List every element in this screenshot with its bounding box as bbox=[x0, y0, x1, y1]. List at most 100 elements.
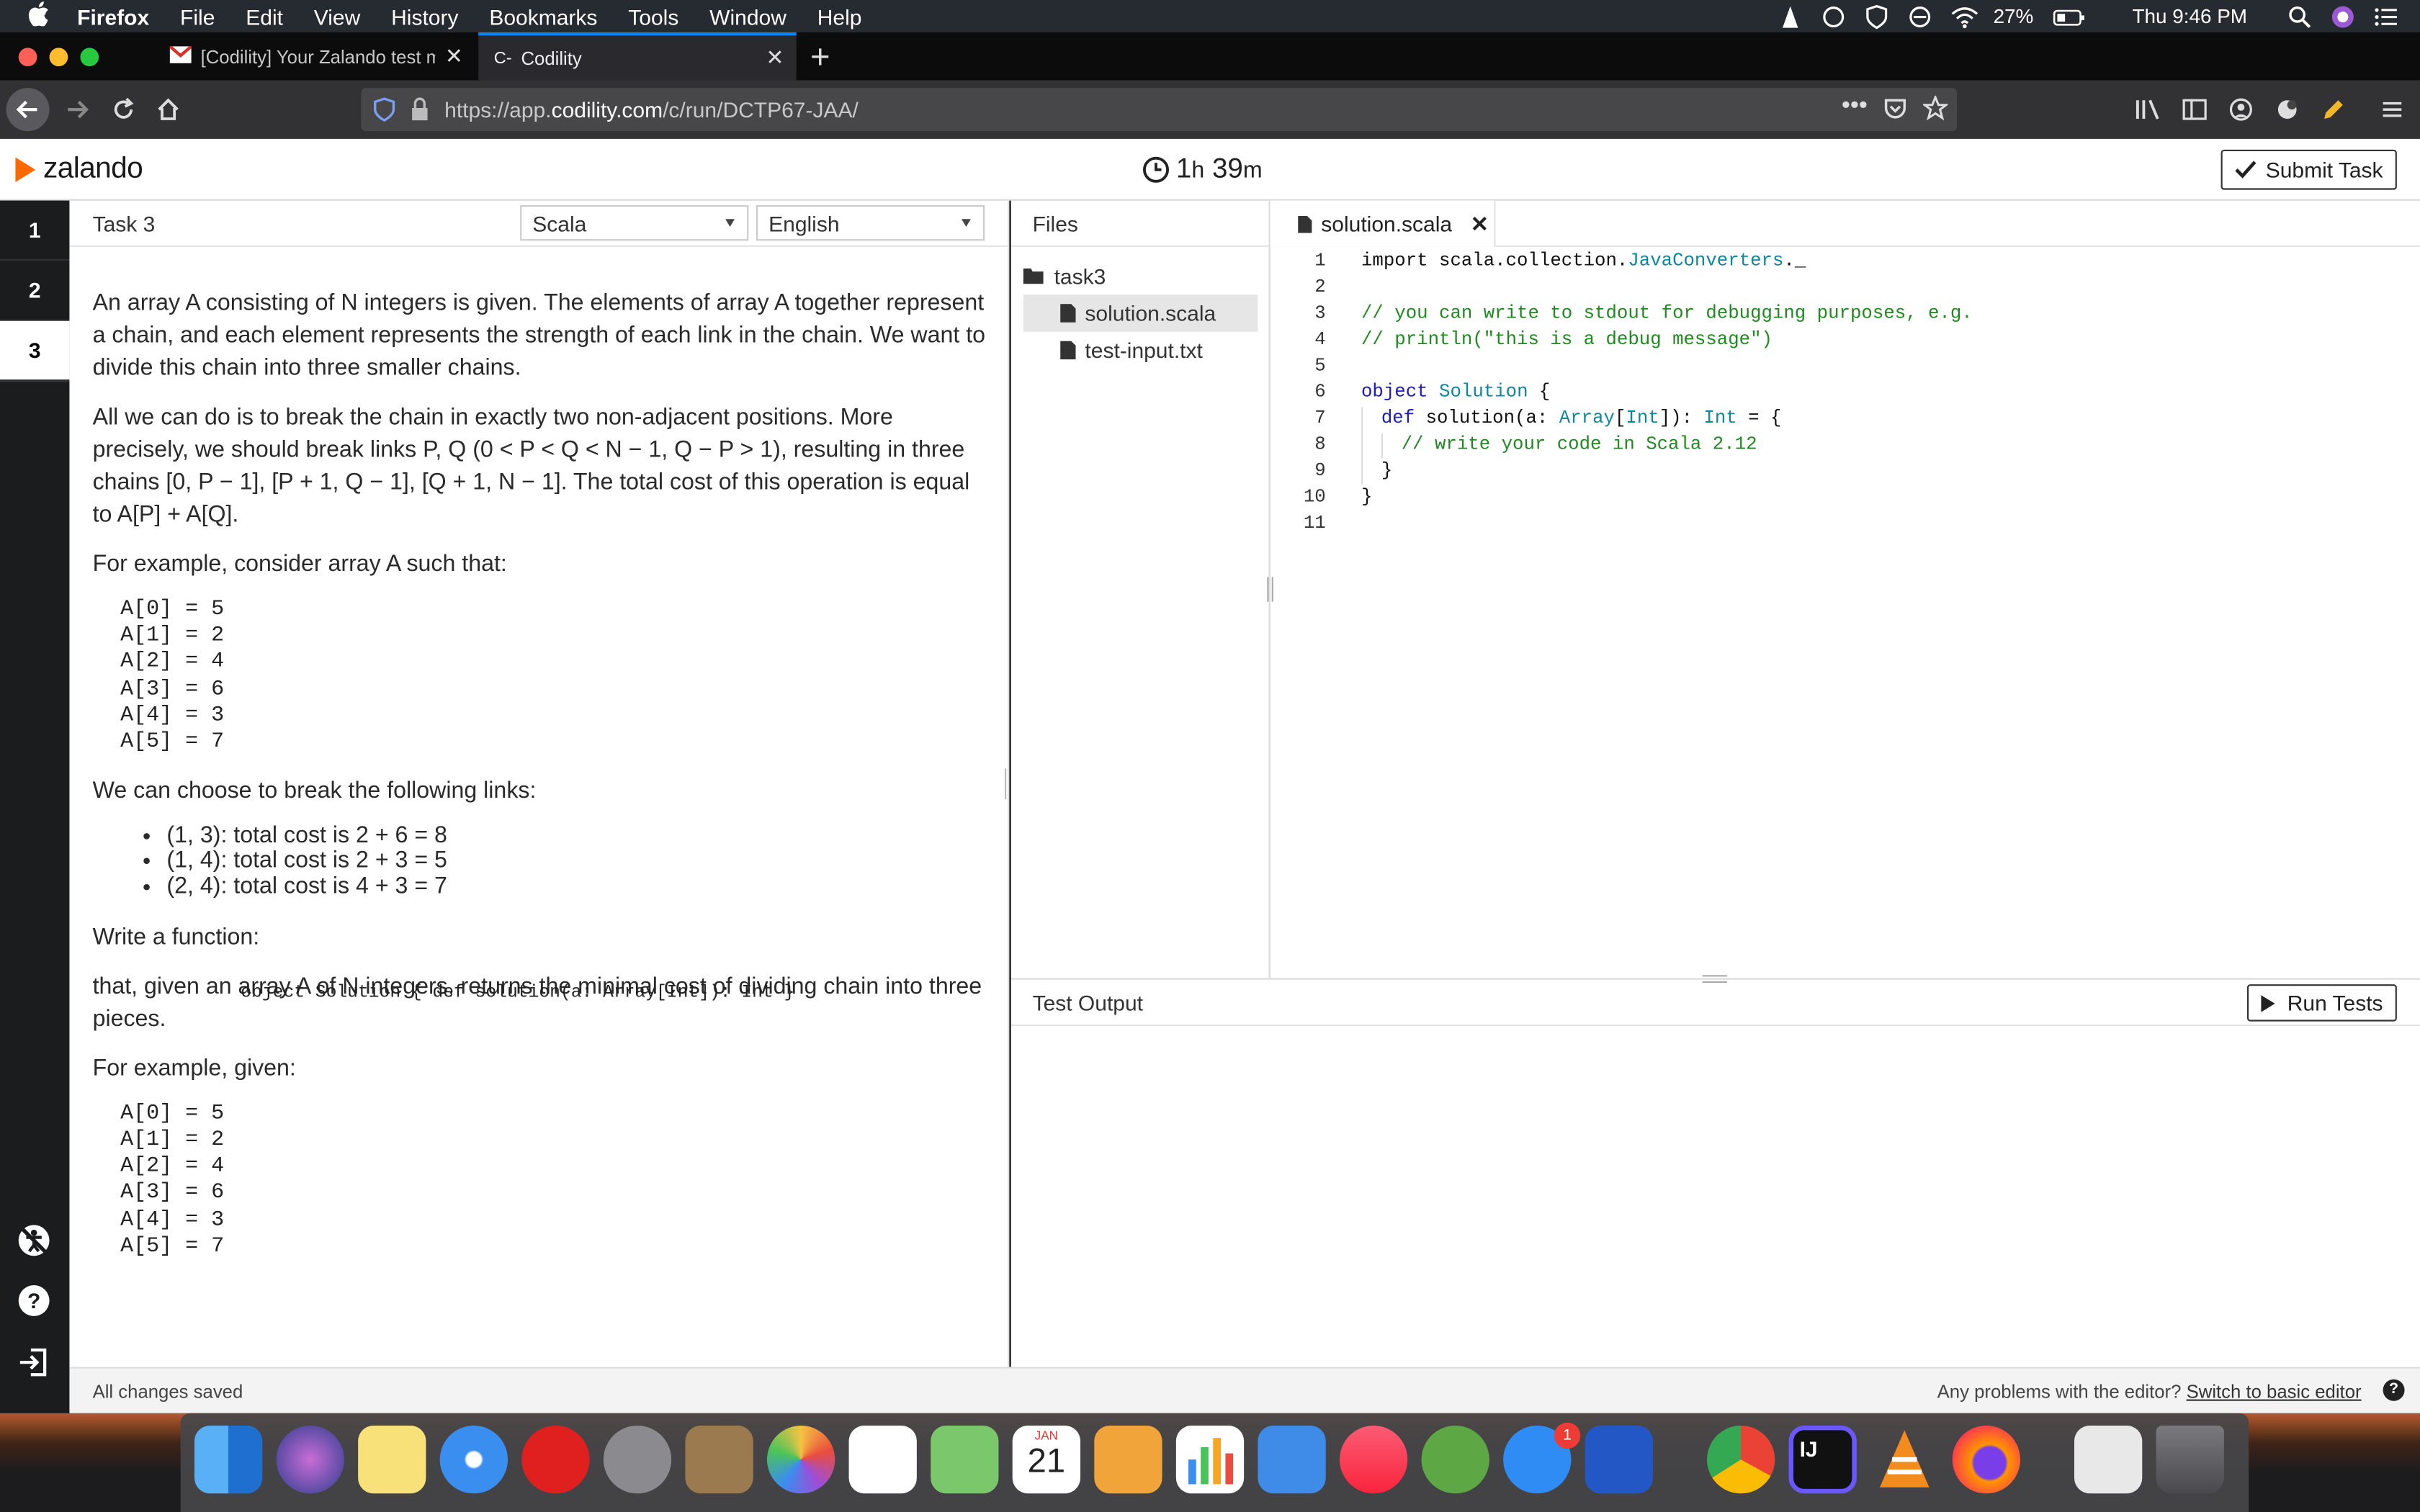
accessibility-icon[interactable] bbox=[17, 1223, 51, 1257]
zoom-window-button[interactable] bbox=[80, 48, 99, 67]
menu-help[interactable]: Help bbox=[817, 4, 862, 28]
paragraph: For example, given: bbox=[92, 1055, 296, 1081]
csv-document-icon[interactable] bbox=[2074, 1425, 2143, 1494]
switch-basic-editor-link[interactable]: Switch to basic editor bbox=[2187, 1381, 2362, 1403]
lock-icon[interactable] bbox=[411, 97, 429, 127]
code-editor[interactable]: solution.scala ✕ 1 2 3 4 5 6 7 8 9 10 11… bbox=[1267, 200, 2420, 978]
file-solution-scala[interactable]: solution.scala bbox=[1023, 294, 1258, 332]
photos-icon[interactable] bbox=[767, 1425, 835, 1494]
battery-icon[interactable] bbox=[2052, 4, 2084, 28]
reminders-icon[interactable] bbox=[848, 1425, 917, 1494]
language-select[interactable]: Scala bbox=[520, 205, 749, 241]
save-status: All changes saved bbox=[92, 1380, 243, 1403]
trash-icon[interactable] bbox=[2156, 1425, 2224, 1494]
vlc-status-icon[interactable] bbox=[1778, 4, 1802, 28]
code-token: Solution bbox=[1439, 381, 1528, 403]
numbers-icon[interactable] bbox=[1175, 1425, 1245, 1494]
close-icon[interactable]: ✕ bbox=[1471, 211, 1489, 237]
sync-icon[interactable] bbox=[1907, 4, 1932, 28]
account-icon[interactable] bbox=[2223, 91, 2259, 127]
close-tab-icon[interactable]: ✕ bbox=[445, 43, 463, 69]
pages-icon[interactable] bbox=[1094, 1425, 1162, 1494]
submit-task-button[interactable]: Submit Task bbox=[2220, 149, 2397, 190]
url-text[interactable]: https://app.codility.com/c/run/DCTP67-JA… bbox=[444, 97, 859, 122]
new-tab-icon[interactable]: + bbox=[810, 37, 830, 77]
logout-icon[interactable] bbox=[17, 1346, 51, 1380]
shield-icon[interactable] bbox=[1864, 4, 1888, 29]
wifi-icon[interactable] bbox=[1950, 4, 1978, 28]
menu-app-name[interactable]: Firefox bbox=[77, 4, 149, 28]
network-app-icon[interactable] bbox=[1421, 1425, 1489, 1494]
zalando-logo[interactable]: zalando bbox=[12, 153, 143, 186]
maps-icon[interactable] bbox=[931, 1425, 999, 1494]
reload-button[interactable] bbox=[105, 91, 142, 127]
help-icon[interactable]: ? bbox=[17, 1284, 51, 1318]
extension-icon[interactable] bbox=[2269, 91, 2305, 127]
keynote-icon[interactable] bbox=[1258, 1425, 1326, 1494]
safari-icon[interactable] bbox=[439, 1425, 508, 1494]
spotlight-search-icon[interactable] bbox=[2287, 4, 2312, 28]
line-number: 1 bbox=[1314, 250, 1326, 272]
vlc-icon[interactable] bbox=[1870, 1426, 1938, 1493]
minimize-window-button[interactable] bbox=[49, 48, 68, 67]
intellij-icon[interactable]: IJ bbox=[1788, 1425, 1857, 1494]
calendar-icon[interactable]: JAN 21 bbox=[1012, 1425, 1080, 1494]
pencil-extension-icon[interactable] bbox=[2315, 91, 2352, 127]
back-button[interactable] bbox=[6, 88, 50, 132]
menu-file[interactable]: File bbox=[180, 4, 215, 28]
firefox-icon[interactable] bbox=[1952, 1425, 2020, 1494]
hamburger-menu-icon[interactable] bbox=[2374, 91, 2411, 127]
tracking-protection-shield-icon[interactable] bbox=[373, 97, 395, 127]
apple-icon[interactable] bbox=[28, 1, 50, 31]
run-tests-button[interactable]: Run Tests bbox=[2247, 984, 2397, 1022]
task-nav-item-2[interactable]: 2 bbox=[0, 261, 70, 321]
task-nav-item-3[interactable]: 3 bbox=[0, 320, 70, 382]
bookmark-star-icon[interactable] bbox=[1921, 94, 1950, 125]
siri-icon[interactable] bbox=[276, 1425, 344, 1494]
finder-icon[interactable] bbox=[194, 1425, 263, 1494]
menu-edit[interactable]: Edit bbox=[246, 4, 283, 28]
battery-percent[interactable]: 27% bbox=[1994, 4, 2034, 27]
menubar-clock[interactable]: Thu 9:46 PM bbox=[2132, 4, 2247, 27]
remote-desktop-icon[interactable] bbox=[1585, 1425, 1653, 1494]
close-window-button[interactable] bbox=[18, 48, 37, 67]
notification-center-icon[interactable] bbox=[2374, 4, 2398, 28]
editor-tab-solution-scala[interactable]: solution.scala ✕ bbox=[1270, 200, 1496, 247]
opera-icon[interactable] bbox=[521, 1425, 590, 1494]
locale-select[interactable]: English bbox=[756, 205, 985, 241]
editor-resize-handle[interactable] bbox=[1267, 577, 1273, 602]
menu-history[interactable]: History bbox=[391, 4, 458, 28]
forward-button[interactable] bbox=[58, 91, 95, 127]
timer-hours-unit: h bbox=[1191, 157, 1205, 184]
folder-task3[interactable]: task3 bbox=[1023, 258, 1258, 294]
library-icon[interactable] bbox=[2130, 91, 2166, 127]
pocket-icon[interactable] bbox=[1883, 97, 1907, 127]
contacts-icon[interactable] bbox=[685, 1425, 753, 1494]
help-icon[interactable]: ? bbox=[2383, 1379, 2405, 1401]
url-bar[interactable]: https://app.codility.com/c/run/DCTP67-JA… bbox=[361, 88, 1958, 132]
launchpad-icon[interactable] bbox=[603, 1425, 672, 1494]
paragraph: Write a function: bbox=[92, 924, 260, 950]
music-icon[interactable] bbox=[1340, 1425, 1408, 1494]
page-actions-icon[interactable]: ••• bbox=[1842, 93, 1868, 121]
notes-icon[interactable] bbox=[358, 1425, 426, 1494]
editor-tabs: solution.scala ✕ bbox=[1270, 200, 2420, 247]
menu-window[interactable]: Window bbox=[709, 4, 786, 28]
list-item: (2, 4): total cost is 4 + 3 = 7 bbox=[166, 873, 987, 899]
task-title: Task 3 bbox=[92, 211, 156, 236]
menu-tools[interactable]: Tools bbox=[628, 4, 678, 28]
home-button[interactable] bbox=[150, 91, 187, 127]
chrome-icon[interactable] bbox=[1707, 1425, 1775, 1494]
elephant-icon[interactable] bbox=[1821, 4, 1845, 28]
siri-icon[interactable] bbox=[2331, 4, 2355, 28]
brand-name: zalando bbox=[43, 153, 143, 186]
task-nav-item-1[interactable]: 1 bbox=[0, 201, 70, 261]
menu-bookmarks[interactable]: Bookmarks bbox=[489, 4, 597, 28]
browser-tab-codility[interactable]: C- Codility ✕ bbox=[478, 32, 797, 81]
clock-icon bbox=[1142, 156, 1169, 182]
close-tab-icon[interactable]: ✕ bbox=[766, 45, 784, 71]
menu-view[interactable]: View bbox=[314, 4, 360, 28]
file-test-input[interactable]: test-input.txt bbox=[1023, 332, 1258, 369]
browser-tab-gmail[interactable]: [Codility] Your Zalando test mis ✕ bbox=[154, 32, 475, 80]
sidebar-toggle-icon[interactable] bbox=[2176, 91, 2213, 127]
